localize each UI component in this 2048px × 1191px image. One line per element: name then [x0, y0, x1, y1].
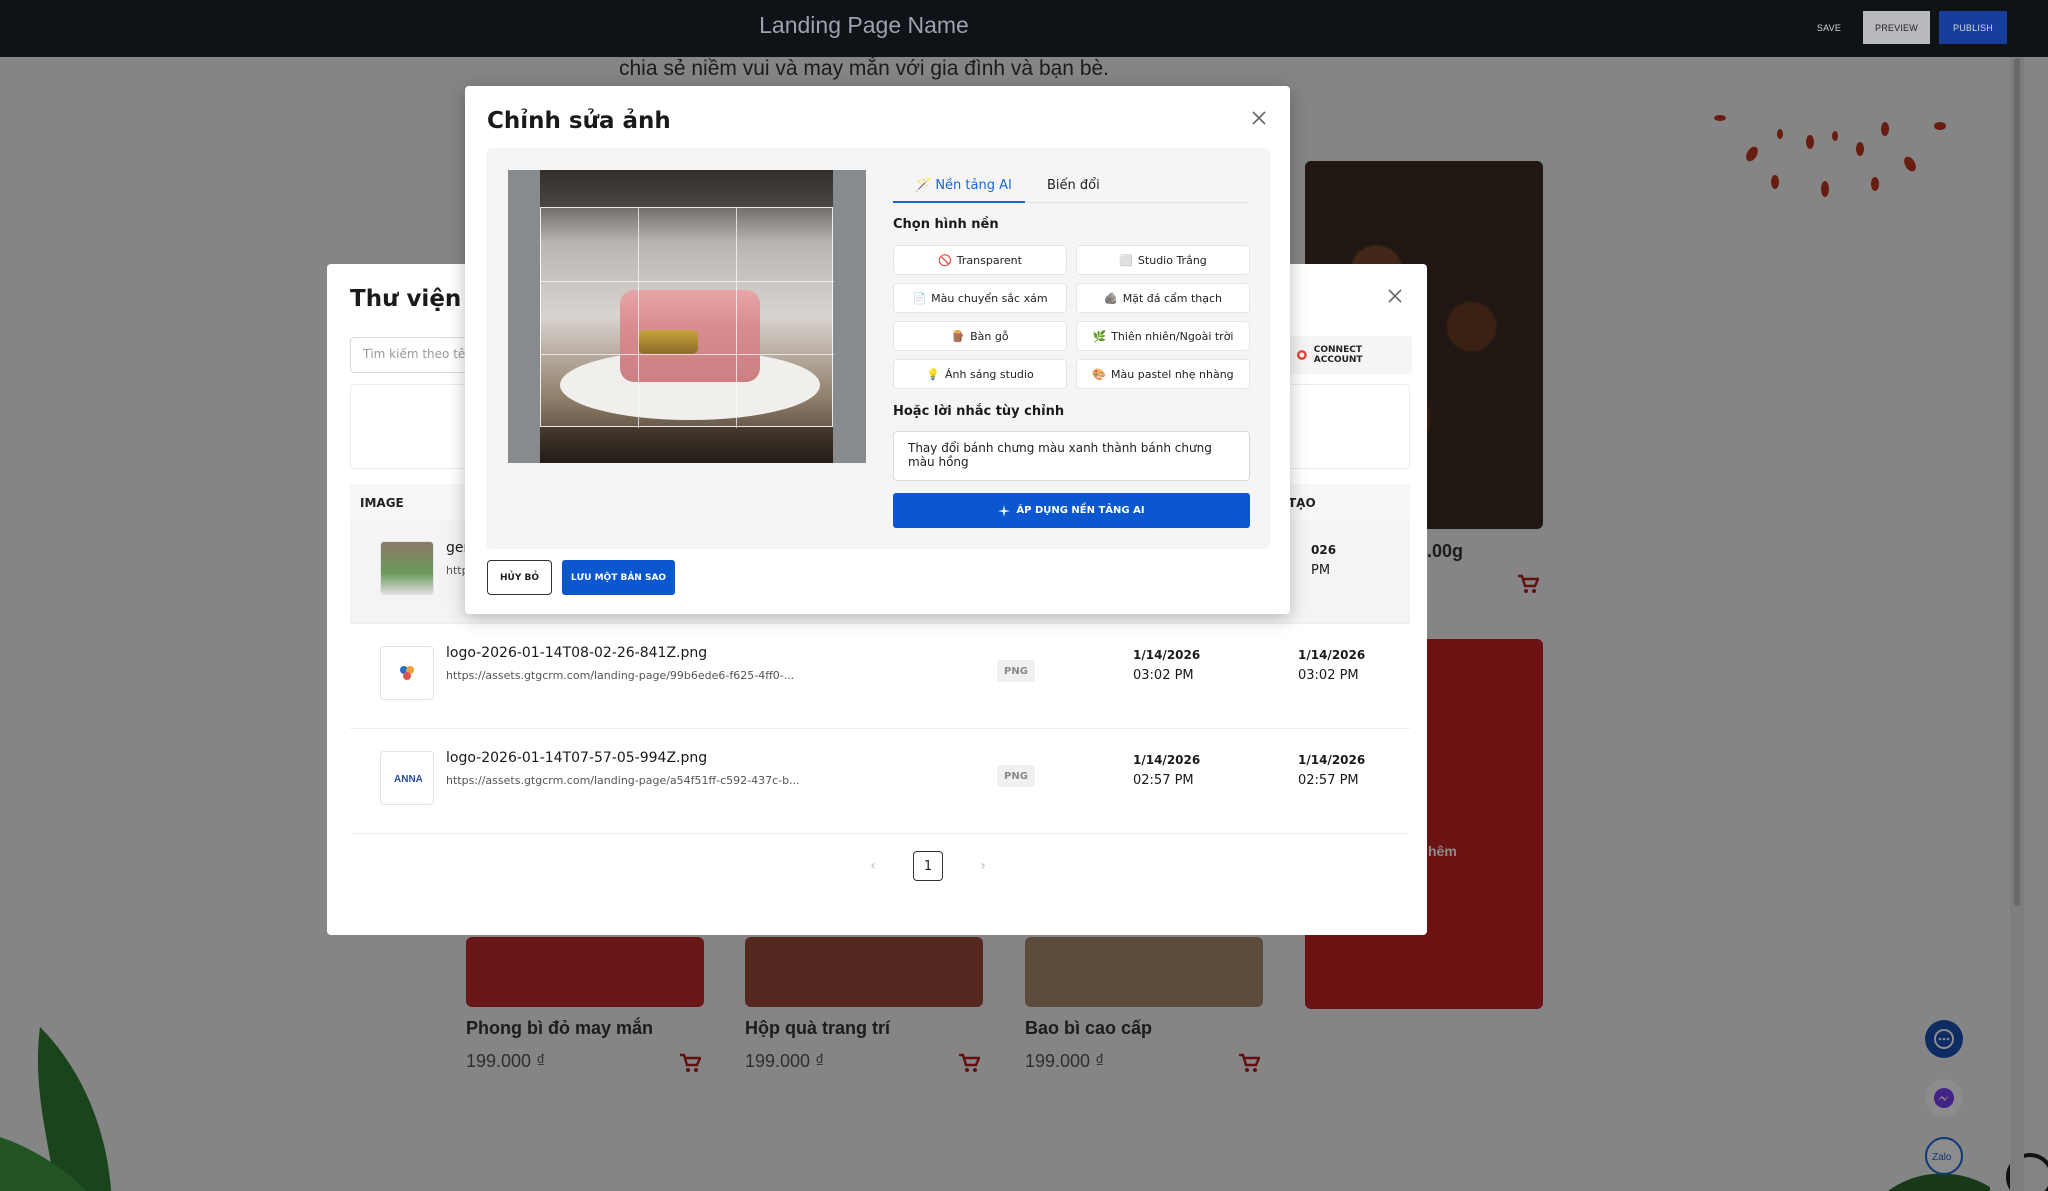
image-thumbnail: ANNA	[380, 751, 434, 805]
sparkle-icon	[998, 504, 1011, 517]
file-url: https://assets.gtgcrm.com/landing-page/9…	[446, 669, 795, 682]
leaf-icon: 🌿	[1092, 329, 1107, 343]
white-square-icon: ⬜	[1119, 253, 1133, 267]
file-name: logo-2026-01-14T08-02-26-841Z.png	[446, 645, 708, 661]
created-time: 03:02 PM	[1298, 668, 1359, 683]
image-canvas[interactable]	[508, 170, 866, 463]
image-thumbnail	[380, 646, 434, 700]
bg-option-wood-table[interactable]: 🪵 Bàn gỗ	[893, 321, 1067, 351]
tab-transform[interactable]: Biến đổi	[1047, 178, 1100, 203]
bg-option-pastel[interactable]: 🎨 Màu pastel nhẹ nhàng	[1076, 359, 1250, 389]
publish-button[interactable]: PUBLISH	[1939, 11, 2007, 44]
updated-date: 1/14/2026	[1133, 648, 1201, 662]
cancel-button[interactable]: HỦY BỎ	[487, 560, 552, 595]
google-drive-icon	[1296, 350, 1307, 360]
preview-button[interactable]: PREVIEW	[1863, 11, 1930, 44]
save-button[interactable]: SAVE	[1806, 11, 1852, 44]
connect-account-label: CONNECT ACCOUNT	[1313, 345, 1363, 365]
bg-option-marble[interactable]: 🪨 Mặt đá cẩm thạch	[1076, 283, 1250, 313]
close-icon[interactable]	[1387, 288, 1403, 304]
svg-text:ANNA: ANNA	[394, 774, 422, 785]
bg-option-studio-white[interactable]: ⬜ Studio Trắng	[1076, 245, 1250, 275]
wood-icon: 🪵	[951, 329, 966, 343]
column-header-image: IMAGE	[360, 496, 404, 510]
bg-option-gray-gradient[interactable]: 📄 Màu chuyển sắc xám	[893, 283, 1067, 313]
page-number-button[interactable]: 1	[913, 851, 943, 881]
bg-option-transparent[interactable]: 🚫 Transparent	[893, 245, 1067, 275]
column-header-created: TẠO	[1288, 496, 1316, 510]
file-name: logo-2026-01-14T07-57-05-994Z.png	[446, 750, 708, 766]
file-type-badge: PNG	[997, 765, 1035, 787]
choose-background-label: Chọn hình nền	[893, 217, 999, 232]
updated-time: 02:57 PM	[1133, 773, 1194, 788]
light-bulb-icon: 💡	[926, 367, 941, 381]
pagination: ‹ 1 ›	[863, 851, 993, 881]
created-date: 1/14/2026	[1298, 648, 1366, 662]
prev-page-icon[interactable]: ‹	[863, 858, 883, 874]
magic-wand-icon: 🪄	[915, 178, 932, 193]
gradient-icon: 📄	[912, 291, 927, 305]
created-time: PM	[1311, 563, 1331, 578]
edit-panel: 🪄 Nền tảng AI Biến đổi Chọn hình nền 🚫 T…	[486, 148, 1270, 549]
bg-option-nature[interactable]: 🌿 Thiên nhiên/Ngoài trời	[1076, 321, 1250, 351]
close-icon[interactable]	[1251, 110, 1267, 126]
edit-modal-title: Chỉnh sửa ảnh	[487, 108, 671, 134]
palette-icon: 🎨	[1092, 367, 1107, 381]
apply-ai-background-button[interactable]: ÁP DỤNG NỀN TẢNG AI	[893, 493, 1250, 528]
table-row[interactable]: ANNA logo-2026-01-14T07-57-05-994Z.png h…	[350, 730, 1410, 834]
created-date: 1/14/2026	[1298, 753, 1366, 767]
landing-page-title: Landing Page Name	[759, 12, 969, 38]
logo-thumbnail-icon	[400, 666, 414, 680]
tab-ai-background[interactable]: 🪄 Nền tảng AI	[893, 178, 1025, 203]
top-bar: Landing Page Name SAVE PREVIEW PUBLISH	[0, 0, 2048, 57]
created-date: 026	[1311, 543, 1337, 557]
save-copy-button[interactable]: LƯU MỘT BẢN SAO	[562, 560, 675, 595]
custom-prompt-textarea[interactable]: Thay đổi bánh chưng màu xanh thành bánh …	[893, 431, 1250, 481]
image-thumbnail	[380, 541, 434, 595]
updated-time: 03:02 PM	[1133, 668, 1194, 683]
bg-option-studio-light[interactable]: 💡 Ánh sáng studio	[893, 359, 1067, 389]
next-page-icon[interactable]: ›	[973, 858, 993, 874]
table-row[interactable]: logo-2026-01-14T08-02-26-841Z.png https:…	[350, 625, 1410, 729]
connect-account-button[interactable]: CONNECT ACCOUNT	[1286, 336, 1412, 374]
updated-date: 1/14/2026	[1133, 753, 1201, 767]
logo-thumbnail-icon: ANNA	[394, 774, 422, 785]
rock-icon: 🪨	[1103, 291, 1118, 305]
crop-frame[interactable]	[540, 207, 834, 428]
prohibited-icon: 🚫	[938, 253, 952, 267]
file-url: https://assets.gtgcrm.com/landing-page/a…	[446, 774, 800, 787]
edit-image-modal: Chỉnh sửa ảnh 🪄 Nền tảng AI Biến đổi Chọ…	[465, 86, 1290, 614]
created-time: 02:57 PM	[1298, 773, 1359, 788]
file-type-badge: PNG	[997, 660, 1035, 682]
custom-prompt-label: Hoặc lời nhắc tùy chỉnh	[893, 404, 1065, 419]
editor-tabs: 🪄 Nền tảng AI Biến đổi	[893, 170, 1250, 203]
